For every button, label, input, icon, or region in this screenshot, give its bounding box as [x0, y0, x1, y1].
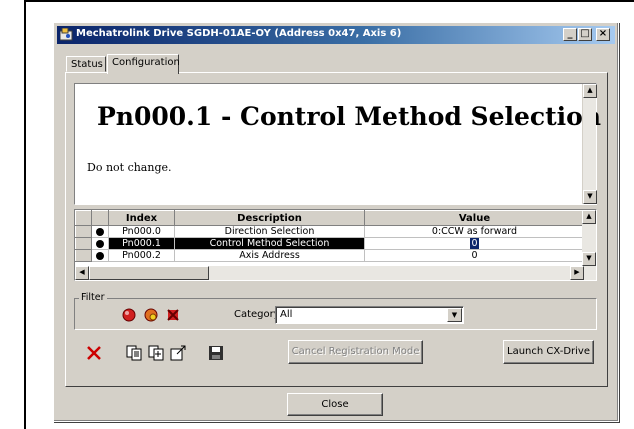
- category-value: All: [280, 309, 293, 320]
- app-icon: [60, 28, 73, 41]
- close-button[interactable]: Close: [287, 393, 383, 416]
- status-dot-icon: [91, 237, 109, 250]
- filter-label: Filter: [79, 292, 107, 303]
- close-window-button[interactable]: ×: [596, 28, 610, 41]
- cancel-registration-mode-button[interactable]: Cancel Registration Mode: [288, 340, 423, 364]
- title-bar[interactable]: Mechatrolink Drive SGDH-01AE-OY (Address…: [57, 26, 615, 44]
- cell-description[interactable]: Direction Selection: [174, 225, 365, 238]
- cell-value[interactable]: 0: [364, 249, 585, 262]
- cell-value-editor[interactable]: 0: [364, 237, 585, 250]
- dialog-window: Mechatrolink Drive SGDH-01AE-OY (Address…: [53, 22, 619, 422]
- header-status: [91, 210, 109, 226]
- maximize-button[interactable]: □: [578, 28, 592, 41]
- scroll-down-icon[interactable]: ▼: [583, 190, 597, 204]
- status-dot-icon: [91, 225, 109, 238]
- help-scrollbar[interactable]: ▲ ▼: [582, 84, 597, 204]
- tab-configuration[interactable]: Configuration: [107, 54, 180, 74]
- table-row-selected[interactable]: Pn000.1 Control Method Selection 0: [75, 237, 585, 250]
- header-corner: [75, 210, 92, 226]
- cell-value[interactable]: 0: [470, 238, 479, 249]
- window-title: Mechatrolink Drive SGDH-01AE-OY (Address…: [76, 28, 402, 39]
- export-icon[interactable]: [168, 343, 188, 363]
- scroll-up-icon[interactable]: ▲: [583, 84, 597, 98]
- category-label: Category: [234, 309, 280, 320]
- table-row[interactable]: Pn000.2 Axis Address 0: [75, 249, 585, 262]
- cell-index[interactable]: Pn000.2: [108, 249, 175, 262]
- grid-vertical-scrollbar[interactable]: ▲ ▼: [582, 210, 596, 266]
- scroll-thumb[interactable]: [89, 266, 209, 280]
- row-header[interactable]: [75, 237, 92, 250]
- cell-value[interactable]: 0:CCW as forward: [364, 225, 585, 238]
- clear-filter-icon[interactable]: [165, 307, 181, 323]
- column-header-index[interactable]: Index: [108, 210, 175, 226]
- status-dot-icon: [91, 249, 109, 262]
- column-header-value[interactable]: Value: [364, 210, 585, 226]
- scroll-left-icon[interactable]: ◀: [75, 266, 89, 280]
- grid-header-row: Index Description Value: [75, 210, 585, 226]
- cell-description[interactable]: Control Method Selection: [174, 237, 365, 250]
- launch-cx-drive-button[interactable]: Launch CX-Drive: [503, 340, 594, 364]
- row-header[interactable]: [75, 249, 92, 262]
- cell-description[interactable]: Axis Address: [174, 249, 365, 262]
- scroll-down-icon[interactable]: ▼: [582, 252, 596, 266]
- help-title: Pn000.1 - Control Method Selection: [97, 102, 602, 131]
- category-select[interactable]: All ▼: [275, 306, 464, 324]
- parameter-grid: Index Description Value Pn000.0 Directio…: [74, 209, 597, 281]
- filter-warning-icon[interactable]: [143, 307, 159, 323]
- column-header-description[interactable]: Description: [174, 210, 365, 226]
- copy-icon[interactable]: [124, 343, 144, 363]
- delete-icon[interactable]: [84, 343, 104, 363]
- row-header[interactable]: [75, 225, 92, 238]
- filter-group: Filter Category All ▼: [74, 292, 597, 330]
- cell-index[interactable]: Pn000.0: [108, 225, 175, 238]
- minimize-button[interactable]: _: [563, 28, 577, 41]
- tab-status[interactable]: Status: [66, 56, 106, 72]
- help-body: Do not change.: [87, 161, 172, 174]
- paste-icon[interactable]: [146, 343, 166, 363]
- parameter-help-box: Pn000.1 - Control Method Selection Do no…: [74, 83, 601, 205]
- cell-index[interactable]: Pn000.1: [108, 237, 175, 250]
- grid-horizontal-scrollbar[interactable]: ◀ ▶: [75, 266, 596, 280]
- configuration-panel: Pn000.1 - Control Method Selection Do no…: [65, 72, 608, 387]
- filter-modified-icon[interactable]: [121, 307, 137, 323]
- save-icon[interactable]: [206, 343, 226, 363]
- scroll-right-icon[interactable]: ▶: [570, 266, 584, 280]
- table-row[interactable]: Pn000.0 Direction Selection 0:CCW as for…: [75, 225, 585, 238]
- chevron-down-icon[interactable]: ▼: [447, 308, 462, 322]
- scroll-up-icon[interactable]: ▲: [582, 210, 596, 224]
